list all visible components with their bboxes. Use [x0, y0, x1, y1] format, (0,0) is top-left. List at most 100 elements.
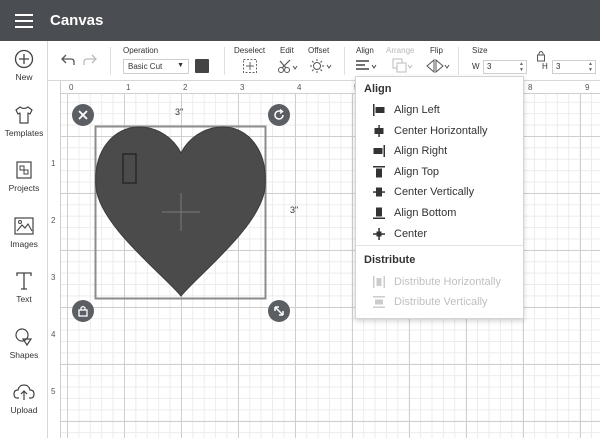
dd-item-label: Center Vertically — [394, 186, 475, 198]
stepper-icon: ▲ ▼ — [519, 61, 524, 73]
flip-group[interactable]: Flip — [424, 41, 452, 81]
dd-item-label: Distribute Vertically — [394, 296, 488, 308]
sidebar-item-label: Templates — [4, 128, 44, 138]
align-top-icon — [373, 166, 385, 178]
sidebar-item-shapes[interactable]: Shapes — [0, 327, 48, 360]
width-dimension: 3" — [175, 107, 184, 117]
redo-icon[interactable] — [82, 53, 98, 67]
height-value: 3 — [556, 62, 561, 71]
operation-value: Basic Cut — [128, 62, 163, 71]
distribute-vertically-icon — [373, 296, 385, 308]
edit-scissors-icon — [278, 59, 298, 73]
flip-label: Flip — [430, 46, 443, 55]
undo-icon[interactable] — [60, 53, 76, 67]
text-icon — [16, 272, 32, 290]
ruler-number: 1 — [51, 159, 56, 168]
width-prefix: W — [472, 62, 480, 71]
center-horizontally-icon — [374, 125, 384, 137]
ruler-number: 9 — [585, 83, 590, 92]
deselect-icon — [243, 59, 257, 73]
image-icon — [14, 217, 34, 235]
lock-handle[interactable] — [72, 300, 94, 322]
align-group[interactable]: Align — [354, 41, 382, 81]
align-left-icon — [373, 104, 385, 116]
color-swatch[interactable] — [195, 59, 209, 73]
sidebar-item-projects[interactable]: Projects — [0, 160, 48, 193]
sidebar-item-label: Shapes — [9, 350, 39, 360]
heart-shape[interactable] — [94, 125, 270, 302]
align-heading: Align — [364, 83, 392, 95]
shapes-icon — [15, 328, 33, 347]
align-right-icon — [373, 145, 385, 157]
close-icon — [78, 110, 88, 120]
distribute-horizontally-icon — [373, 276, 385, 288]
dd-item-label: Align Bottom — [394, 207, 457, 219]
ruler-number: 4 — [51, 330, 56, 339]
distribute-heading: Distribute — [364, 254, 416, 266]
shirt-icon — [15, 106, 33, 124]
ruler-number: 8 — [528, 83, 533, 92]
ruler-number: 1 — [126, 83, 131, 92]
sidebar-item-upload[interactable]: Upload — [0, 382, 48, 415]
sidebar-item-label: Projects — [8, 183, 40, 193]
align-top-item[interactable]: Align Top — [356, 162, 523, 182]
align-icon — [356, 60, 377, 70]
align-right-item[interactable]: Align Right — [356, 141, 523, 161]
edit-group[interactable]: Edit — [276, 41, 302, 81]
arrange-group: Arrange — [386, 41, 420, 81]
ruler-number: 2 — [51, 216, 56, 225]
sidebar-item-templates[interactable]: Templates — [0, 105, 48, 138]
offset-group[interactable]: Offset — [306, 41, 338, 81]
rotate-handle[interactable] — [268, 104, 290, 126]
center-icon — [373, 228, 385, 240]
left-panel: New Templates Projects Images Text Shape… — [0, 41, 48, 438]
height-input[interactable]: 3 ▲ ▼ — [552, 60, 596, 74]
ruler-number: 4 — [297, 83, 302, 92]
delete-handle[interactable] — [72, 104, 94, 126]
dd-item-label: Align Top — [394, 166, 440, 178]
offset-icon — [310, 59, 332, 73]
chevron-down-icon: ▼ — [177, 62, 184, 69]
resize-handle[interactable] — [268, 300, 290, 322]
distribute-horizontally-item: Distribute Horizontally — [356, 272, 523, 292]
ruler-left: 1 2 3 4 5 — [48, 81, 61, 438]
upload-icon — [13, 384, 35, 400]
center-horizontally-item[interactable]: Center Horizontally — [356, 121, 523, 141]
operation-select[interactable]: Basic Cut ▼ — [123, 59, 189, 74]
plus-circle-icon — [14, 49, 34, 69]
align-dropdown: Align Align Left Center Horizontally Ali… — [355, 76, 524, 319]
height-dimension: 3" — [290, 205, 299, 215]
width-input[interactable]: 3 ▲ ▼ — [483, 60, 527, 74]
sidebar-item-label: Images — [10, 239, 38, 249]
sidebar-item-label: Upload — [10, 405, 38, 415]
center-vertically-icon — [373, 187, 385, 197]
operation-group: Operation Basic Cut ▼ — [123, 41, 218, 81]
center-vertically-item[interactable]: Center Vertically — [356, 182, 523, 202]
hamburger-menu-icon[interactable] — [0, 0, 48, 41]
ruler-number: 2 — [183, 83, 188, 92]
deselect-group[interactable]: Deselect — [234, 41, 270, 81]
edit-label: Edit — [280, 46, 294, 55]
width-value: 3 — [487, 62, 492, 71]
sidebar-item-new[interactable]: New — [0, 49, 48, 82]
deselect-label: Deselect — [234, 46, 266, 55]
menu-divider — [356, 245, 523, 246]
sidebar-item-text[interactable]: Text — [0, 271, 48, 304]
sidebar-item-images[interactable]: Images — [0, 216, 48, 249]
offset-label: Offset — [308, 46, 330, 55]
center-item[interactable]: Center — [356, 224, 523, 244]
page-title: Canvas — [50, 12, 104, 29]
dd-item-label: Center Horizontally — [394, 125, 488, 137]
lock-icon[interactable] — [536, 50, 546, 62]
align-left-item[interactable]: Align Left — [356, 100, 523, 120]
align-bottom-icon — [373, 207, 385, 219]
size-label: Size — [472, 46, 488, 55]
ruler-number: 5 — [51, 387, 56, 396]
lock-icon — [78, 305, 88, 317]
history-group — [56, 41, 104, 81]
ruler-number: 3 — [51, 273, 56, 282]
arrange-label: Arrange — [386, 46, 415, 55]
dd-item-label: Distribute Horizontally — [394, 276, 501, 288]
sidebar-item-label: New — [15, 72, 33, 82]
align-bottom-item[interactable]: Align Bottom — [356, 203, 523, 223]
